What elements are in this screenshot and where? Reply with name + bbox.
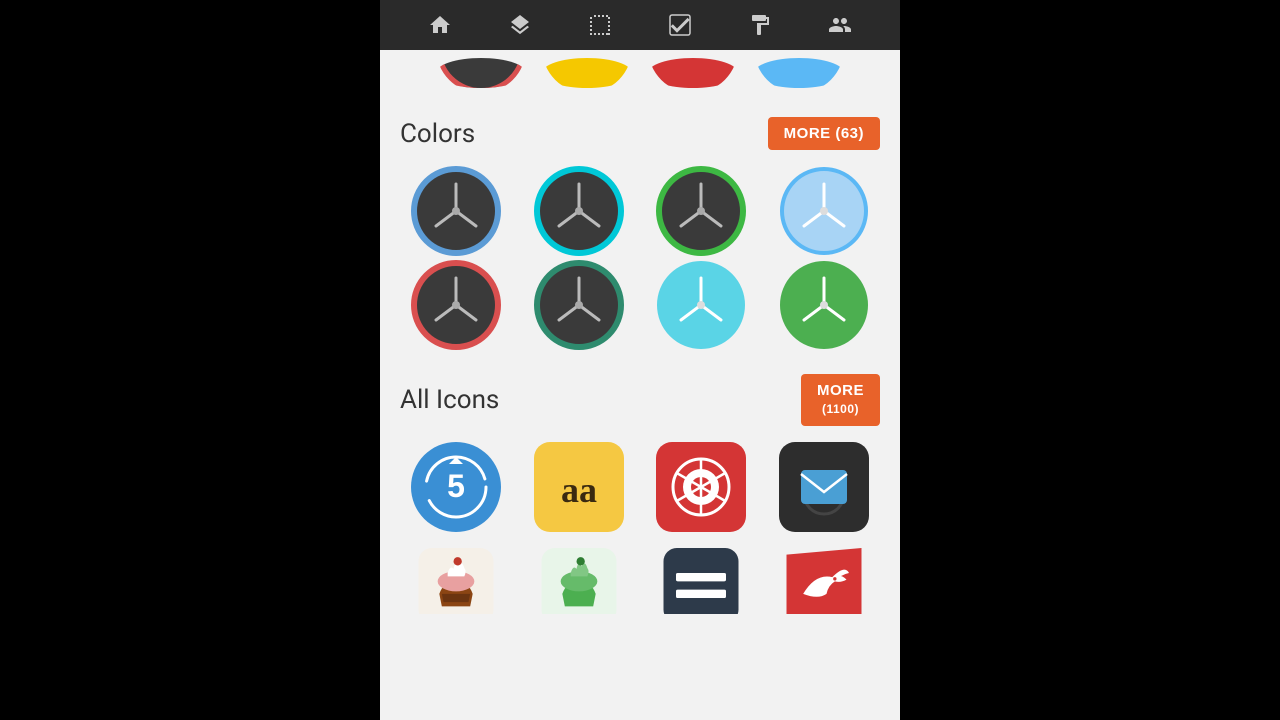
all-icons-title: All Icons xyxy=(400,385,499,415)
colors-clock-grid-2 xyxy=(380,260,900,362)
bottom-android[interactable] xyxy=(523,548,636,614)
nav-people-icon[interactable] xyxy=(820,5,860,45)
app-item-mail[interactable] xyxy=(768,442,881,532)
bottom-cupcake[interactable] xyxy=(400,548,513,614)
colors-section-header: Colors MORE (63) xyxy=(380,105,900,158)
clock-item-4[interactable] xyxy=(768,166,881,256)
nav-check-icon[interactable] xyxy=(660,5,700,45)
clock-item-7[interactable] xyxy=(645,260,758,350)
all-icons-more-button[interactable]: MORE(1100) xyxy=(801,374,880,426)
app-icons-grid: 5 aa xyxy=(380,434,900,544)
app-item-camera[interactable] xyxy=(645,442,758,532)
top-nav xyxy=(380,0,900,50)
nav-selection-icon[interactable] xyxy=(580,5,620,45)
nav-home-icon[interactable] xyxy=(420,5,460,45)
bottom-menu[interactable] xyxy=(645,548,758,614)
bottom-bird[interactable] xyxy=(768,548,881,614)
nav-layers-icon[interactable] xyxy=(500,5,540,45)
all-icons-section-header: All Icons MORE(1100) xyxy=(380,362,900,434)
clock-item-1[interactable] xyxy=(400,166,513,256)
app-item-5x[interactable]: 5 xyxy=(400,442,513,532)
svg-text:aa: aa xyxy=(561,470,597,510)
partial-top-row xyxy=(380,50,900,105)
phone-container: Colors MORE (63) xyxy=(380,0,900,720)
colors-more-button[interactable]: MORE (63) xyxy=(768,117,880,150)
clock-item-2[interactable] xyxy=(523,166,636,256)
app-item-aa[interactable]: aa xyxy=(523,442,636,532)
bottom-partial-row xyxy=(380,544,900,614)
colors-clock-grid xyxy=(380,158,900,260)
colors-title: Colors xyxy=(400,119,475,149)
clock-item-6[interactable] xyxy=(523,260,636,350)
clock-item-8[interactable] xyxy=(768,260,881,350)
nav-paint-icon[interactable] xyxy=(740,5,780,45)
clock-item-3[interactable] xyxy=(645,166,758,256)
clock-item-5[interactable] xyxy=(400,260,513,350)
svg-text:5: 5 xyxy=(447,468,465,504)
